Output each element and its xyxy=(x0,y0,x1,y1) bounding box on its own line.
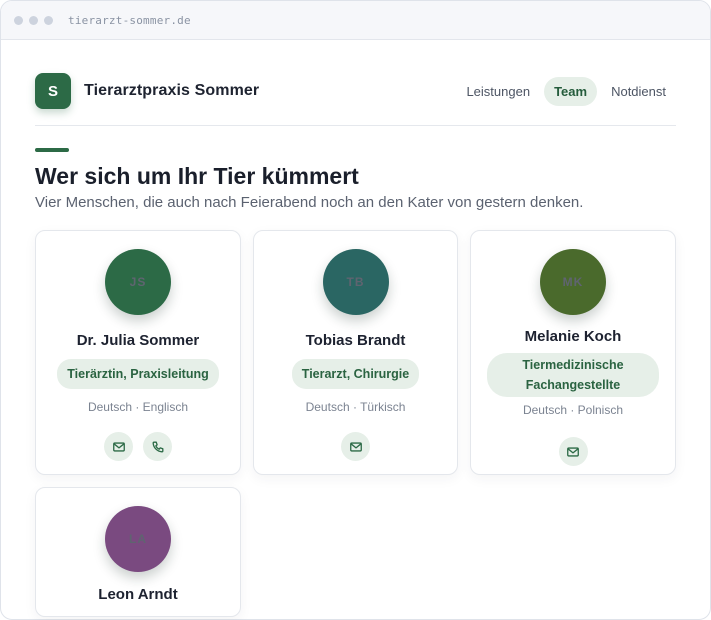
member-name: Melanie Koch xyxy=(524,328,622,345)
member-languages: Deutsch · Englisch xyxy=(87,400,189,414)
avatar-initials: LA xyxy=(129,532,147,546)
member-languages: Deutsch · Polnisch xyxy=(522,403,624,417)
address-bar-url[interactable]: tierarzt-sommer.de xyxy=(68,14,191,27)
nav-item-notdienst[interactable]: Notdienst xyxy=(601,77,676,106)
window-dot-close[interactable] xyxy=(14,15,23,25)
team-card-tobias-brandt: TB Tobias Brandt Tierarzt, Chirurgie Deu… xyxy=(253,230,458,475)
mail-icon xyxy=(112,441,125,452)
avatar-initials: MK xyxy=(562,275,584,289)
avatar-initials: TB xyxy=(346,275,365,289)
nav-item-leistungen[interactable]: Leistungen xyxy=(456,77,540,106)
avatar: JS xyxy=(105,249,171,315)
window-dot-maximize[interactable] xyxy=(44,15,53,25)
member-actions xyxy=(99,432,177,461)
nav-item-team[interactable]: Team xyxy=(544,76,598,106)
brand-name: Tierarztpraxis Sommer xyxy=(84,82,260,99)
team-card-melanie-koch: MK Melanie Koch Tiermedizinische Fachang… xyxy=(470,230,676,475)
avatar: TB xyxy=(322,249,389,315)
window-dot-minimize[interactable] xyxy=(29,15,38,25)
site-header: S Tierarztpraxis Sommer Leistungen Team … xyxy=(35,73,676,109)
member-name: Tobias Brandt xyxy=(305,332,406,349)
main-nav: Leistungen Team Notdienst xyxy=(452,76,676,106)
member-role-badge: Tierarzt, Chirurgie xyxy=(291,359,420,389)
member-name: Dr. Julia Sommer xyxy=(76,332,200,349)
brand-logo: S xyxy=(35,73,71,109)
member-actions xyxy=(336,432,375,461)
avatar: MK xyxy=(540,249,606,315)
header-divider xyxy=(35,125,676,126)
member-role-badge: Tiermedizinische Fachangestellte xyxy=(487,353,659,397)
section-title: Wer sich um Ihr Tier kümmert xyxy=(35,163,359,189)
avatar-initials: JS xyxy=(129,275,147,289)
member-actions xyxy=(554,437,593,466)
email-button[interactable] xyxy=(104,432,133,461)
section-subtitle: Vier Menschen, die auch nach Feierabend … xyxy=(35,194,584,211)
brand[interactable]: S Tierarztpraxis Sommer xyxy=(35,73,259,109)
phone-icon xyxy=(152,441,163,452)
email-button[interactable] xyxy=(341,432,370,461)
member-name: Leon Arndt xyxy=(98,586,178,603)
team-card-julia-sommer: JS Dr. Julia Sommer Tierärztin, Praxisle… xyxy=(35,230,241,475)
phone-button[interactable] xyxy=(143,432,172,461)
email-button[interactable] xyxy=(558,437,588,466)
mail-icon xyxy=(349,441,362,452)
member-role-badge: Tierärztin, Praxisleitung xyxy=(57,359,219,389)
mail-icon xyxy=(567,446,579,457)
browser-titlebar: tierarzt-sommer.de xyxy=(1,1,710,40)
section-accent-bar xyxy=(35,148,69,152)
team-card-leon-arndt: LA Leon Arndt xyxy=(35,487,241,617)
avatar: LA xyxy=(105,506,171,572)
member-languages: Deutsch · Türkisch xyxy=(305,400,406,414)
